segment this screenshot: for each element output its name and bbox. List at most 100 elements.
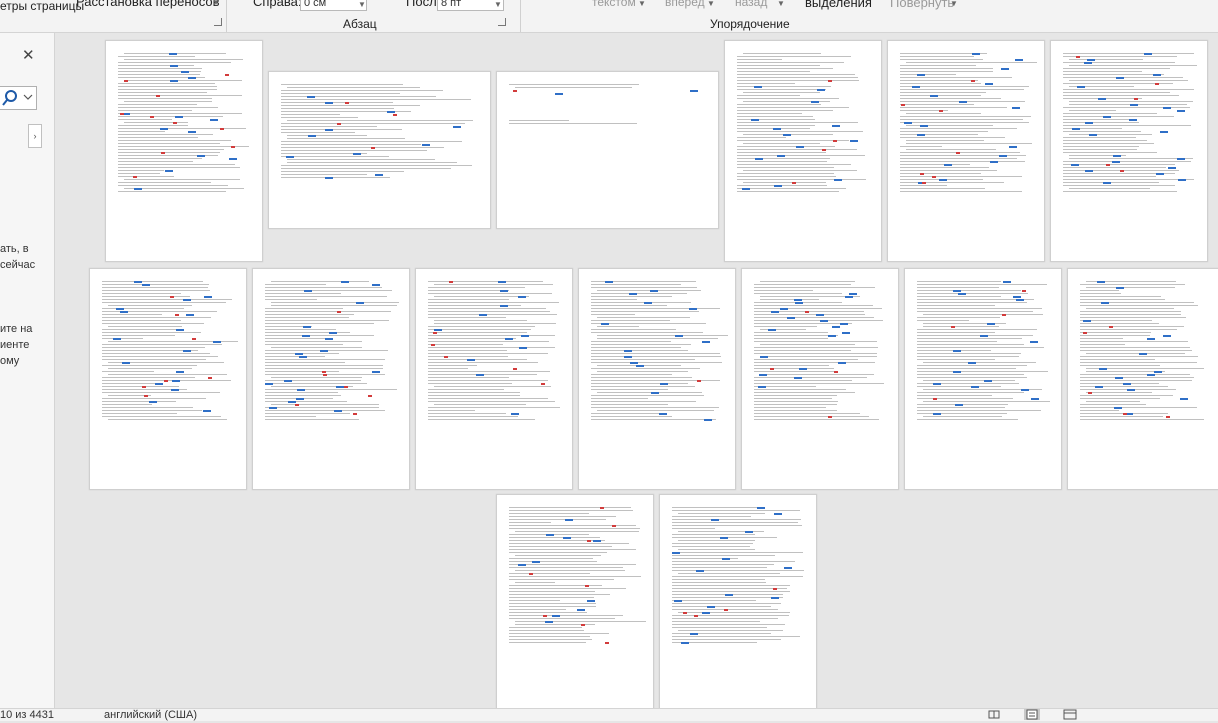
- page-setup-launcher-icon[interactable]: [214, 18, 222, 26]
- highlight-mark: [1139, 353, 1147, 355]
- text-line: [900, 164, 970, 165]
- text-line: [102, 332, 201, 333]
- highlight-mark: [690, 633, 698, 635]
- page-thumbnail[interactable]: [659, 494, 817, 710]
- highlight-mark: [672, 552, 680, 554]
- selection-pane-button[interactable]: выделения: [805, 0, 872, 10]
- spelling-error-mark: [541, 383, 545, 385]
- highlight-mark: [356, 302, 364, 304]
- text-line: [118, 113, 242, 114]
- page-thumbnail[interactable]: [578, 268, 736, 490]
- text-line: [672, 615, 789, 616]
- text-line: [760, 329, 806, 330]
- spelling-error-mark: [697, 380, 701, 382]
- highlight-mark: [1030, 341, 1038, 343]
- page-thumbnail[interactable]: [741, 268, 899, 490]
- spelling-error-mark: [170, 296, 174, 298]
- indent-right-spinner-icon[interactable]: ▼: [358, 0, 366, 9]
- text-line: [1080, 296, 1161, 297]
- text-line: [281, 114, 340, 115]
- text-line: [1069, 101, 1193, 102]
- page-thumbnail[interactable]: [496, 494, 654, 710]
- send-backward-button[interactable]: назад: [735, 0, 767, 9]
- text-line: [428, 359, 527, 360]
- highlight-mark: [702, 612, 710, 614]
- text-line: [102, 290, 210, 291]
- highlight-mark: [120, 311, 128, 313]
- text-line: [737, 131, 863, 132]
- text-line: [597, 410, 714, 411]
- page-thumbnail[interactable]: [89, 268, 247, 490]
- read-mode-icon[interactable]: [986, 709, 1002, 720]
- page-thumbnail[interactable]: [887, 40, 1045, 262]
- page-thumbnail[interactable]: [496, 71, 719, 229]
- page-thumbnail[interactable]: [252, 268, 410, 490]
- text-line: [737, 188, 846, 189]
- wrap-text-dropdown-icon[interactable]: ▼: [638, 0, 646, 8]
- bring-forward-dropdown-icon[interactable]: ▼: [707, 0, 715, 8]
- text-line: [118, 131, 165, 132]
- highlight-mark: [295, 353, 303, 355]
- text-line: [591, 305, 667, 306]
- page-thumbnail[interactable]: [1067, 268, 1218, 490]
- text-line: [281, 174, 367, 175]
- highlight-mark: [917, 134, 925, 136]
- text-line: [900, 161, 1025, 162]
- rotate-button[interactable]: Повернуть: [890, 0, 954, 10]
- page-thumbnail[interactable]: [1050, 40, 1208, 262]
- text-line: [428, 317, 506, 318]
- print-layout-icon[interactable]: [1024, 709, 1040, 720]
- text-line: [1080, 362, 1197, 363]
- page-thumbnail[interactable]: [904, 268, 1062, 490]
- rotate-dropdown-icon[interactable]: ▼: [950, 0, 958, 8]
- hyphenation-dropdown-icon[interactable]: ▼: [212, 0, 220, 7]
- page-thumbnail[interactable]: [724, 40, 882, 262]
- text-line: [428, 413, 506, 414]
- text-line: [591, 347, 681, 348]
- text-line: [265, 329, 336, 330]
- text-line: [509, 567, 623, 568]
- highlight-mark: [1001, 68, 1009, 70]
- spacing-after-spinner-icon[interactable]: ▼: [494, 0, 502, 9]
- text-line: [900, 128, 1017, 129]
- text-line: [591, 419, 716, 420]
- text-line: [124, 188, 244, 189]
- hyphenation-button[interactable]: Расстановка переносов: [76, 0, 220, 9]
- highlight-mark: [302, 335, 310, 337]
- text-line: [672, 543, 753, 544]
- web-layout-icon[interactable]: [1062, 709, 1078, 720]
- text-line: [102, 353, 210, 354]
- close-icon[interactable]: ✕: [22, 46, 35, 64]
- page-setup-group-label: етры страницы: [0, 0, 85, 13]
- text-line: [917, 419, 1018, 420]
- text-line: [428, 311, 550, 312]
- text-line: [754, 383, 884, 384]
- send-backward-dropdown-icon[interactable]: ▼: [777, 0, 785, 8]
- highlight-mark: [434, 329, 442, 331]
- word-count[interactable]: 10 из 4431: [0, 709, 54, 721]
- text-line: [591, 398, 648, 399]
- text-line: [754, 404, 837, 405]
- text-line: [923, 362, 1036, 363]
- paragraph-launcher-icon[interactable]: [498, 18, 506, 26]
- wrap-text-button[interactable]: текстом: [592, 0, 636, 9]
- bring-forward-button[interactable]: вперед: [665, 0, 705, 9]
- highlight-mark: [116, 308, 124, 310]
- text-line: [281, 141, 462, 142]
- indent-right-field[interactable]: 0 см: [300, 0, 367, 11]
- spelling-error-mark: [323, 374, 327, 376]
- collapse-arrow-icon[interactable]: ›: [28, 124, 42, 148]
- highlight-mark: [565, 519, 573, 521]
- text-line: [281, 108, 394, 109]
- text-line: [118, 86, 217, 87]
- text-line: [102, 320, 181, 321]
- page-thumbnail[interactable]: [268, 71, 491, 229]
- highlight-mark: [1177, 110, 1185, 112]
- language-indicator[interactable]: английский (США): [104, 709, 197, 721]
- search-input[interactable]: [0, 86, 37, 110]
- text-line: [509, 522, 551, 523]
- text-line: [917, 293, 1028, 294]
- page-thumbnail[interactable]: [105, 40, 263, 262]
- text-line: [515, 570, 625, 571]
- page-thumbnail[interactable]: [415, 268, 573, 490]
